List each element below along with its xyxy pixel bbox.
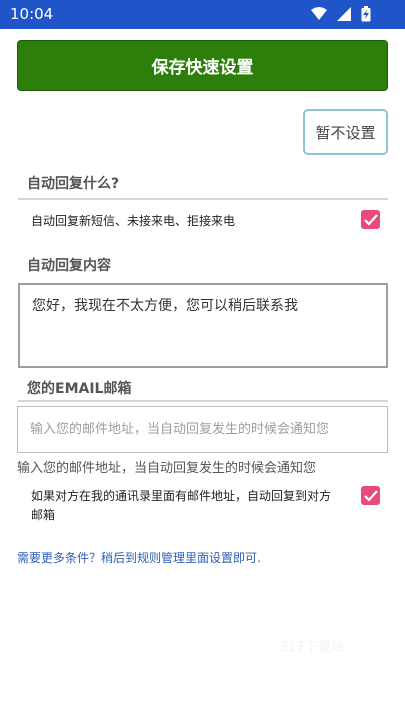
skip-settings-button[interactable]: 暂不设置	[303, 109, 388, 155]
check-icon	[363, 489, 378, 502]
contacts-email-option-checkbox[interactable]	[361, 486, 380, 505]
auto-reply-option-checkbox[interactable]	[361, 210, 380, 229]
divider	[18, 400, 388, 402]
status-bar: 10:04	[0, 0, 405, 29]
email-hint: 输入您的邮件地址，当自动回复发生的时候会通知您	[17, 461, 317, 476]
section-title-email: 您的EMAIL邮箱	[27, 381, 132, 397]
section-title-what: 自动回复什么?	[27, 176, 120, 192]
signal-icon	[337, 7, 351, 21]
more-conditions-link[interactable]: 需要更多条件？稍后到规则管理里面设置即可.	[17, 549, 261, 566]
watermark: 317下载站	[280, 640, 344, 655]
divider	[18, 198, 388, 200]
wifi-icon	[311, 7, 327, 21]
contacts-email-option-label: 如果对方在我的通讯录里面有邮件地址，自动回复到对方邮箱	[31, 489, 332, 522]
reply-content-textarea[interactable]: 您好，我现在不太方便，您可以稍后联系我	[18, 283, 388, 368]
status-time: 10:04	[10, 5, 54, 23]
section-title-content: 自动回复内容	[27, 258, 111, 274]
email-field-container	[17, 406, 388, 453]
status-icons	[311, 6, 371, 22]
battery-icon	[361, 6, 371, 22]
save-quick-settings-button[interactable]: 保存快速设置	[17, 40, 388, 91]
email-field[interactable]	[18, 407, 387, 452]
auto-reply-option-label: 自动回复新短信、未接来电、拒接来电	[31, 214, 236, 228]
check-icon	[363, 213, 378, 226]
